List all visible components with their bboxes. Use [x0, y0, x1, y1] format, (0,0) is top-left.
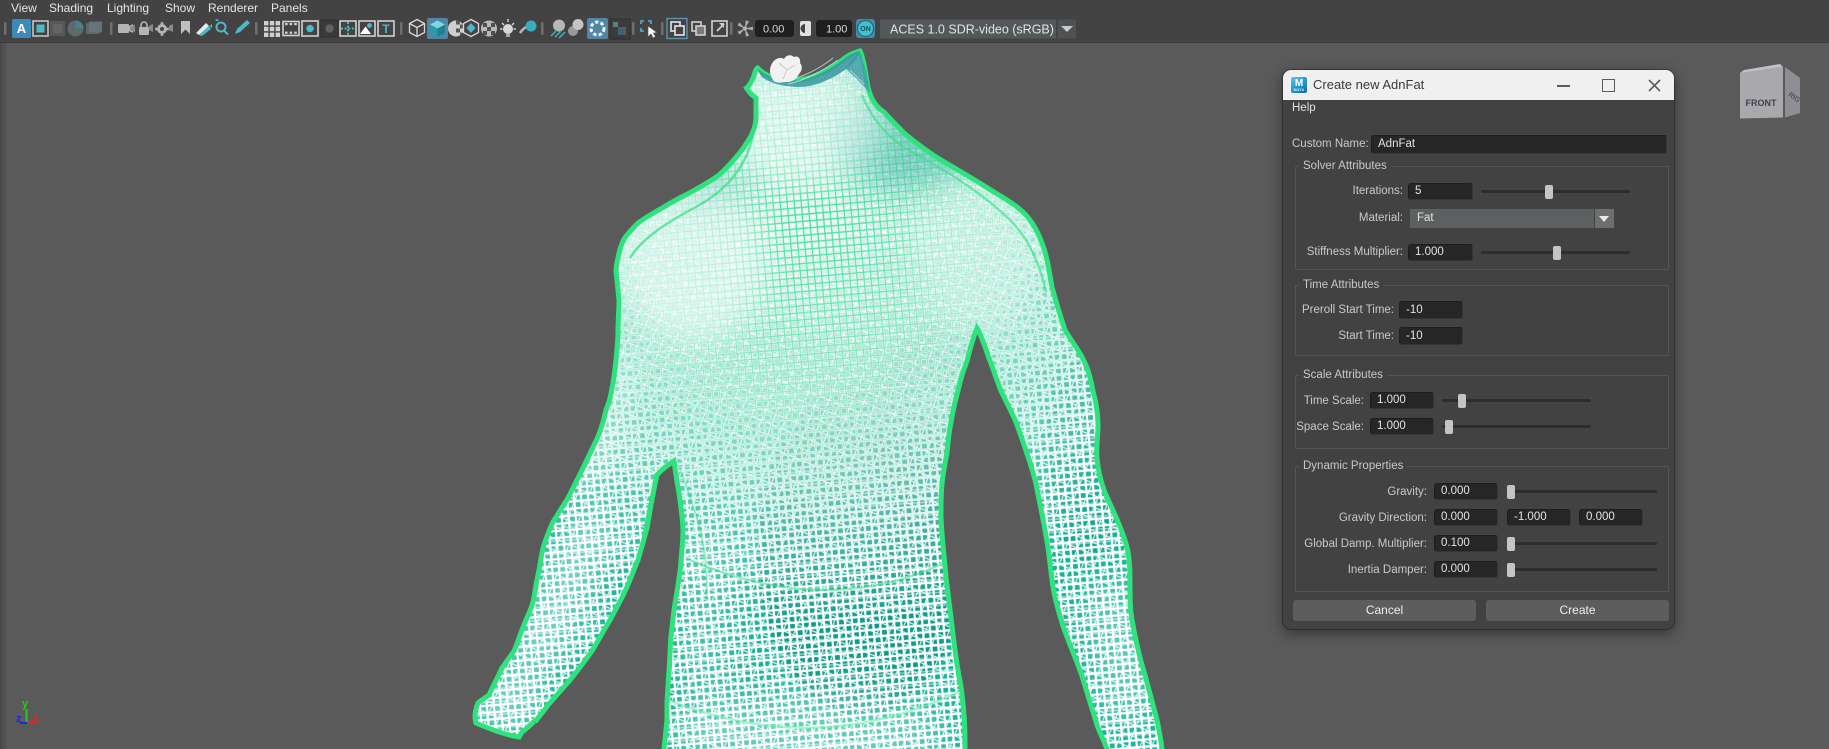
svg-text:ACES 1.0 SDR-video (sRGB): ACES 1.0 SDR-video (sRGB): [890, 23, 1054, 37]
svg-text:x: x: [33, 712, 40, 724]
svg-text:FRONT: FRONT: [1746, 98, 1777, 108]
svg-text:T: T: [382, 22, 390, 36]
svg-text:0.00: 0.00: [763, 24, 784, 36]
svg-text:y: y: [22, 698, 29, 710]
svg-text:1.00: 1.00: [826, 24, 847, 36]
svg-text:ON: ON: [860, 26, 871, 33]
svg-text:A: A: [17, 21, 27, 36]
svg-text:z: z: [16, 713, 22, 725]
